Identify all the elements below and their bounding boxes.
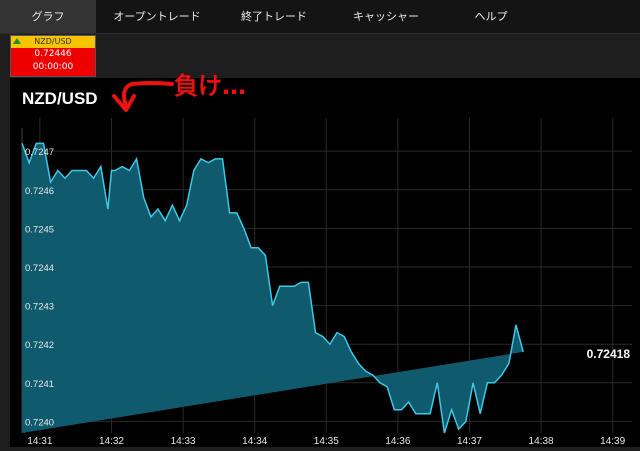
last-price-label: 0.72418: [587, 347, 631, 361]
y-tick-label: 0.7240: [25, 417, 54, 428]
tile-timer: 00:00:00: [32, 62, 74, 72]
x-tick-label: 14:37: [457, 436, 482, 447]
y-tick-label: 0.7241: [25, 379, 54, 390]
x-tick-label: 14:35: [314, 436, 339, 447]
tab-cashier[interactable]: キャッシャー: [330, 0, 442, 33]
x-tick-label: 14:31: [27, 436, 52, 447]
x-tick-label: 14:32: [99, 436, 124, 447]
annotation-text: 負け…: [174, 72, 246, 100]
tab-graph[interactable]: グラフ: [0, 0, 96, 33]
tile-header: NZD/USD: [11, 36, 95, 48]
chart-panel: NZD/USD 0.7247 0.7246 0.7245 0.7244 0.7243 0.7…: [10, 78, 640, 447]
chart-title: NZD/USD: [22, 89, 98, 108]
tab-help[interactable]: ヘルプ: [442, 0, 540, 33]
up-arrow-icon: [13, 38, 21, 44]
y-tick-label: 0.7242: [25, 340, 54, 351]
y-tick-label: 0.7245: [25, 224, 54, 235]
tab-open-trades[interactable]: オープントレード: [96, 0, 218, 33]
annotation-arrow-icon: [112, 81, 174, 112]
asset-tile-nzdusd[interactable]: NZD/USD 0.72446 00:00:00: [10, 35, 96, 77]
x-tick-label: 14:34: [242, 436, 267, 447]
y-tick-label: 0.7247: [25, 147, 54, 158]
y-tick-label: 0.7243: [25, 302, 54, 313]
y-tick-label: 0.7244: [25, 263, 54, 274]
price-area: [22, 143, 524, 433]
annotation: 負け…: [110, 62, 290, 122]
tile-pair: NZD/USD: [34, 37, 72, 46]
tile-price: 0.72446: [34, 49, 72, 59]
y-tick-label: 0.7246: [25, 186, 54, 197]
x-tick-label: 14:36: [385, 436, 410, 447]
x-tick-label: 14:33: [171, 436, 196, 447]
x-tick-label: 14:38: [529, 436, 554, 447]
top-nav: グラフ オープントレード 終了トレード キャッシャー ヘルプ: [0, 0, 640, 34]
x-tick-label: 14:39: [600, 436, 625, 447]
tab-closed-trades[interactable]: 終了トレード: [218, 0, 330, 33]
price-chart: NZD/USD 0.7247 0.7246 0.7245 0.7244 0.7243 0.7…: [21, 89, 632, 447]
